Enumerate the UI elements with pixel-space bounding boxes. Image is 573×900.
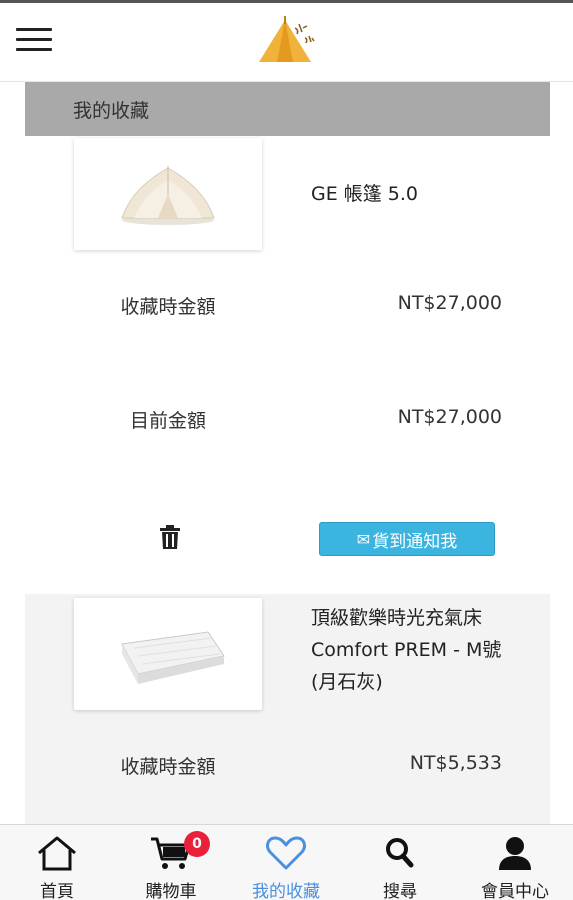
status-divider bbox=[0, 0, 573, 3]
product-name[interactable]: GE 帳篷 5.0 bbox=[311, 178, 511, 210]
favorite-item: 頂級歡樂時光充氣床Comfort PREM - M號(月石灰) 收藏時金額 NT… bbox=[25, 594, 550, 824]
nav-label: 我的收藏 bbox=[252, 882, 320, 900]
favorite-item: GE 帳篷 5.0 收藏時金額 NT$27,000 目前金額 NT$27,000… bbox=[25, 136, 550, 576]
notify-label: 貨到通知我 bbox=[372, 531, 458, 552]
search-icon bbox=[378, 835, 422, 871]
saved-price-label: 收藏時金額 bbox=[120, 296, 216, 318]
heart-icon bbox=[264, 835, 308, 871]
nav-home[interactable]: 首頁 bbox=[0, 825, 114, 900]
home-icon bbox=[35, 835, 79, 871]
nav-cart[interactable]: 0 購物車 bbox=[114, 825, 228, 900]
current-price: NT$27,000 bbox=[397, 406, 502, 428]
product-name[interactable]: 頂級歡樂時光充氣床Comfort PREM - M號(月石灰) bbox=[311, 602, 511, 698]
bell-tent-image[interactable] bbox=[74, 138, 262, 250]
envelope-icon: ✉ bbox=[356, 529, 371, 549]
bottom-nav: 首頁 0 購物車 我的收藏 搜尋 會員中心 bbox=[0, 824, 573, 900]
notify-me-button[interactable]: ✉ 貨到通知我 bbox=[319, 522, 495, 556]
user-icon bbox=[493, 835, 537, 871]
saved-price-label: 收藏時金額 bbox=[120, 756, 216, 778]
nav-member[interactable]: 會員中心 bbox=[458, 825, 572, 900]
trash-icon[interactable] bbox=[159, 524, 181, 550]
tent-logo-icon[interactable] bbox=[255, 14, 325, 70]
hamburger-icon[interactable] bbox=[16, 28, 52, 54]
cart-count-badge: 0 bbox=[184, 831, 210, 857]
nav-favorites[interactable]: 我的收藏 bbox=[229, 825, 343, 900]
nav-label: 搜尋 bbox=[383, 882, 417, 900]
nav-search[interactable]: 搜尋 bbox=[343, 825, 457, 900]
nav-label: 會員中心 bbox=[481, 882, 549, 900]
current-price-label: 目前金額 bbox=[129, 410, 206, 432]
saved-price: NT$27,000 bbox=[397, 292, 502, 314]
nav-label: 購物車 bbox=[145, 882, 197, 900]
air-mattress-image[interactable] bbox=[74, 598, 262, 710]
top-app-bar bbox=[0, 0, 573, 82]
saved-price: NT$5,533 bbox=[409, 752, 502, 774]
favorites-header: 我的收藏 bbox=[25, 82, 550, 136]
nav-label: 首頁 bbox=[40, 882, 74, 900]
page-title: 我的收藏 bbox=[73, 100, 150, 122]
